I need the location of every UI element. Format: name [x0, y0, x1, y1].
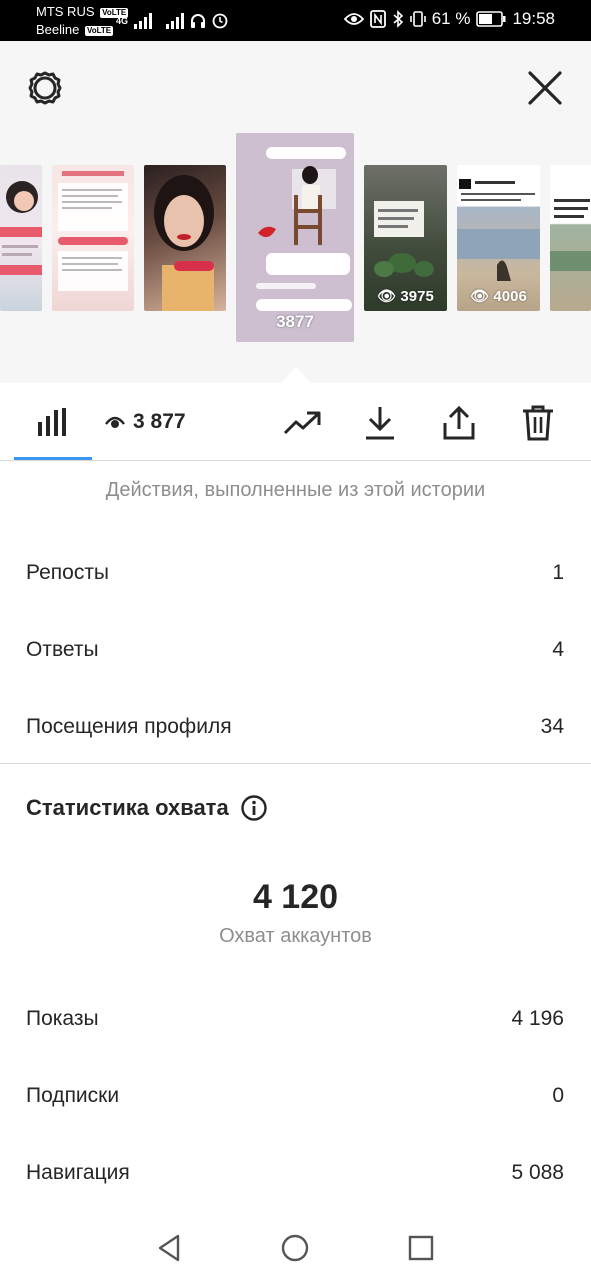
stat-value: 4 196	[511, 1007, 564, 1030]
reach-title-text: Статистика охвата	[26, 795, 229, 820]
home-circle-icon	[281, 1234, 309, 1262]
story-preview-text-card	[58, 171, 128, 291]
trending-up-icon	[283, 411, 321, 435]
eye-icon: 👁︎	[377, 288, 397, 305]
back-triangle-icon	[158, 1234, 180, 1262]
story-carousel-area: 3877 👁︎ 3975 👁︎ 4006	[0, 41, 591, 383]
story-thumbnail-1[interactable]	[0, 165, 42, 311]
carrier-2: Beeline VoLTE	[36, 22, 114, 37]
stat-value: 1	[552, 561, 564, 584]
story-preview-illustration	[0, 181, 42, 275]
stat-label: Посещения профиля	[26, 715, 232, 738]
close-button[interactable]	[527, 70, 563, 106]
close-icon	[528, 71, 562, 105]
story-views-count: 👁︎ 4006	[457, 287, 540, 305]
stat-row-profile-visits: Посещения профиля 34	[26, 711, 564, 743]
stat-row-shares: Репосты 1	[26, 557, 564, 589]
stat-value: 5 088	[511, 1161, 564, 1184]
trash-icon	[523, 405, 553, 441]
accounts-reached-label: Охват аккаунтов	[219, 925, 372, 947]
story-preview-photo	[550, 199, 591, 271]
bluetooth-icon	[393, 10, 403, 28]
story-preview-portrait	[154, 175, 214, 311]
section-divider	[0, 763, 591, 764]
signal-strength-icon	[134, 13, 153, 29]
story-preview-selected	[256, 147, 352, 311]
accounts-reached-value: 4 120	[252, 878, 339, 916]
clock: 19:58	[512, 9, 555, 28]
story-thumbnail-selected[interactable]: 3877	[236, 133, 354, 342]
stat-label: Подписки	[26, 1084, 120, 1107]
story-toolbar: 3 877	[0, 383, 591, 461]
story-thumbnail-7[interactable]	[550, 165, 591, 311]
status-right: 61 % 19:58	[343, 9, 555, 29]
stat-value: 0	[552, 1084, 564, 1107]
battery-icon	[476, 11, 506, 27]
story-thumbnail-3[interactable]	[144, 165, 226, 311]
headphones-icon	[191, 14, 206, 28]
story-views-value: 3975	[400, 288, 434, 305]
reach-section-title: Статистика охвата	[26, 795, 267, 821]
recents-square-icon	[408, 1235, 434, 1261]
carrier-1: MTS RUS VoLTE	[36, 4, 129, 19]
stat-label: Навигация	[26, 1161, 130, 1184]
selected-story-pointer	[281, 367, 311, 383]
eye-icon: 👁︎	[470, 288, 490, 305]
nfc-icon	[369, 10, 386, 28]
story-views-value: 4006	[493, 288, 527, 305]
carrier-1-label: MTS RUS	[36, 4, 95, 19]
story-views-count: 👁︎ 3975	[364, 287, 447, 305]
network-type-label: 4G	[116, 15, 129, 26]
status-bar: MTS RUS VoLTE Beeline VoLTE 4G 61 % 19:5…	[0, 0, 591, 41]
story-thumbnail-5[interactable]: 👁︎ 3975	[364, 165, 447, 311]
vibrate-icon	[409, 11, 426, 27]
eye-comfort-icon	[343, 13, 364, 25]
promote-button[interactable]	[282, 403, 322, 443]
home-button[interactable]	[279, 1232, 311, 1264]
system-nav-bar	[0, 1216, 591, 1280]
back-button[interactable]	[153, 1232, 185, 1264]
story-thumbnail-6[interactable]: 👁︎ 4006	[457, 165, 540, 311]
carrier-2-label: Beeline	[36, 22, 80, 37]
gear-icon	[28, 71, 62, 105]
recents-button[interactable]	[405, 1232, 437, 1264]
alarm-icon	[212, 13, 228, 29]
stat-row-impressions: Показы 4 196	[26, 1003, 564, 1035]
stat-row-follows: Подписки 0	[26, 1080, 564, 1112]
info-icon[interactable]	[241, 795, 267, 821]
stat-value: 4	[552, 638, 564, 661]
story-thumbnail-2[interactable]	[52, 165, 134, 311]
interactions-subtitle: Действия, выполненные из этой истории	[105, 479, 486, 501]
signal-strength-2-icon	[166, 13, 185, 29]
signal-icons: 4G	[116, 11, 228, 31]
stat-row-replies: Ответы 4	[26, 634, 564, 666]
bar-chart-icon	[38, 408, 66, 436]
share-button[interactable]	[439, 403, 479, 443]
story-views-count: 3877	[276, 312, 314, 331]
stat-value: 34	[540, 715, 564, 738]
download-icon	[366, 407, 394, 440]
battery-percent: 61 %	[431, 9, 471, 28]
download-button[interactable]	[360, 403, 400, 443]
stat-label: Ответы	[26, 638, 99, 661]
network-type-icon: 4G	[116, 15, 129, 26]
stat-label: Репосты	[26, 561, 110, 584]
views-tab[interactable]: 3 877	[105, 410, 186, 434]
share-icon	[443, 405, 475, 440]
active-tab-indicator	[14, 457, 92, 460]
stat-row-navigation: Навигация 5 088	[26, 1157, 564, 1189]
delete-button[interactable]	[518, 403, 558, 443]
views-count: 3 877	[133, 410, 186, 433]
settings-button[interactable]	[26, 69, 64, 107]
eye-icon	[105, 416, 125, 428]
stat-label: Показы	[26, 1007, 99, 1030]
stats-tab[interactable]	[38, 408, 68, 436]
volte-badge-2: VoLTE	[85, 25, 114, 36]
